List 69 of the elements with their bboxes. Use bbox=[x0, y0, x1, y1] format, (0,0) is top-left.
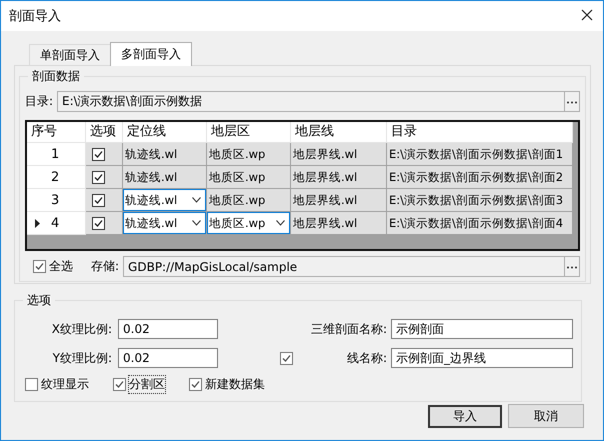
column-header[interactable]: 地层线 bbox=[291, 122, 387, 143]
table-cell: 地层界线.wl bbox=[291, 143, 387, 166]
table-cell: E:\演示数据\剖面示例数据\剖面3 bbox=[387, 189, 573, 212]
field-label: Y纹理比例: bbox=[52, 350, 113, 366]
table-cell: 地质区.wp bbox=[207, 143, 291, 166]
column-header[interactable]: 地层区 bbox=[207, 122, 291, 143]
checkbox[interactable] bbox=[92, 216, 105, 230]
checkbox-label: 纹理显示 bbox=[41, 376, 89, 393]
table-cell: E:\演示数据\剖面示例数据\剖面4 bbox=[387, 212, 573, 235]
checkbox[interactable] bbox=[113, 378, 126, 391]
column-header[interactable]: 选项 bbox=[86, 122, 123, 143]
field-label: X纹理比例: bbox=[50, 320, 113, 338]
table-cell: 地质区.wp bbox=[207, 166, 291, 189]
checkbox[interactable] bbox=[92, 148, 105, 160]
table-cell: 轨迹线.wl bbox=[123, 166, 207, 189]
row-number: 2 bbox=[51, 170, 60, 184]
checkbox[interactable] bbox=[25, 378, 38, 391]
browse-icon[interactable] bbox=[564, 92, 579, 111]
tab[interactable]: 单剖面导入 bbox=[29, 44, 111, 65]
table-cell: 地层界线.wl bbox=[291, 189, 387, 212]
row-header[interactable]: 3 bbox=[27, 189, 86, 212]
field-label: 线名称: bbox=[346, 350, 388, 366]
column-header[interactable]: 定位线 bbox=[123, 122, 207, 143]
group-title: 选项 bbox=[23, 292, 55, 309]
checkbox-label: 新建数据集 bbox=[205, 376, 265, 393]
checkbox-label: 分割区 bbox=[129, 376, 165, 393]
table-cell: 轨迹线.wl bbox=[123, 143, 207, 166]
table-cell: 地质区.wp bbox=[207, 189, 291, 212]
input-field[interactable]: 示例剖面 bbox=[391, 319, 573, 339]
input-field[interactable]: 示例剖面_边界线 bbox=[391, 348, 573, 368]
chevron-icon bbox=[192, 197, 201, 203]
input-field[interactable]: 0.02 bbox=[118, 319, 218, 339]
table-cell: E:\演示数据\剖面示例数据\剖面1 bbox=[387, 143, 573, 166]
checkbox[interactable] bbox=[92, 194, 105, 206]
row-number: 3 bbox=[51, 192, 60, 208]
storage-field[interactable]: GDBP://MapGisLocal/sample bbox=[123, 256, 580, 277]
field-label: 存储: bbox=[91, 258, 120, 275]
table-cell: E:\演示数据\剖面示例数据\剖面2 bbox=[387, 166, 573, 189]
directory-field[interactable]: E:\演示数据\剖面示例数据 bbox=[57, 91, 580, 112]
table-cell: 地层界线.wl bbox=[291, 212, 387, 235]
tab[interactable]: 多剖面导入 bbox=[110, 42, 192, 66]
chevron-icon bbox=[192, 220, 201, 226]
close-icon[interactable] bbox=[581, 8, 593, 20]
dialog-button[interactable]: 取消 bbox=[508, 404, 584, 428]
table-cell: 地层界线.wl bbox=[291, 166, 387, 189]
row-header[interactable]: 2 bbox=[27, 166, 86, 189]
input-field[interactable]: 0.02 bbox=[118, 348, 218, 368]
checkbox-label: 全选 bbox=[49, 258, 73, 275]
row-header[interactable]: 4 bbox=[27, 212, 86, 235]
column-header[interactable]: 目录 bbox=[387, 122, 573, 143]
dialog-button[interactable]: 导入 bbox=[428, 404, 502, 428]
column-header[interactable]: 序号 bbox=[27, 122, 86, 143]
group-title: 剖面数据 bbox=[28, 68, 84, 85]
row-number: 4 bbox=[51, 216, 60, 230]
dropdown[interactable]: 轨迹线.wl bbox=[123, 189, 206, 211]
row-number: 1 bbox=[51, 146, 60, 162]
window-title: 剖面导入 bbox=[9, 8, 61, 25]
browse-icon[interactable] bbox=[564, 257, 579, 276]
checkbox[interactable] bbox=[189, 378, 202, 391]
row-header[interactable]: 1 bbox=[27, 143, 86, 166]
checkbox[interactable] bbox=[92, 170, 105, 184]
dropdown[interactable]: 轨迹线.wl bbox=[123, 212, 206, 234]
field-label: 三维剖面名称: bbox=[310, 320, 388, 338]
dropdown[interactable]: 地质区.wp bbox=[207, 212, 290, 234]
chevron-icon bbox=[276, 220, 285, 226]
field-label: 目录: bbox=[25, 93, 54, 110]
current-row-icon bbox=[35, 218, 40, 228]
checkbox[interactable] bbox=[33, 260, 46, 273]
checkbox[interactable] bbox=[280, 352, 293, 364]
